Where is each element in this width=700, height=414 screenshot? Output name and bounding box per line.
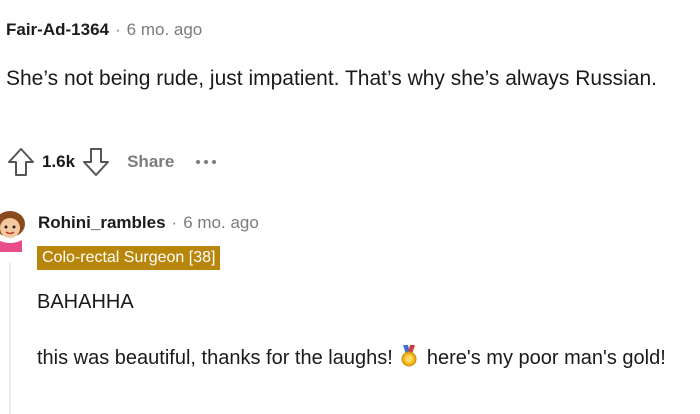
- thread-line[interactable]: [9, 262, 11, 414]
- vote-score: 1.6k: [42, 152, 76, 171]
- gold-medal-icon: [400, 345, 418, 377]
- reply-timestamp[interactable]: 6 mo. ago: [183, 213, 259, 233]
- username-link[interactable]: Fair-Ad-1364: [6, 20, 109, 40]
- avatar[interactable]: [0, 206, 26, 252]
- reply-username-link[interactable]: Rohini_rambles: [38, 213, 166, 233]
- comment-actions: 1.6k Share: [6, 145, 217, 179]
- meta-separator: ·: [114, 20, 121, 39]
- downvote-arrow-icon[interactable]: [81, 146, 111, 178]
- timestamp[interactable]: 6 mo. ago: [127, 20, 203, 40]
- share-button[interactable]: Share: [127, 152, 174, 172]
- reply-meta: Rohini_rambles · 6 mo. ago: [38, 213, 259, 233]
- reply-paragraph-1: BAHAHHA: [37, 291, 134, 313]
- comment-meta: Fair-Ad-1364 · 6 mo. ago: [6, 20, 202, 40]
- reply-paragraph-2: this was beautiful, thanks for the laugh…: [37, 342, 677, 377]
- reply-text-before-medal: this was beautiful, thanks for the laugh…: [37, 347, 393, 369]
- reply-text-after-medal: here's my poor man's gold!: [426, 347, 666, 369]
- upvote-arrow-icon[interactable]: [6, 146, 36, 178]
- meta-separator: ·: [171, 213, 178, 232]
- more-dots-icon[interactable]: [196, 160, 217, 164]
- comment-body: She’s not being rude, just impatient. Th…: [6, 67, 657, 90]
- user-flair: Colo-rectal Surgeon [38]: [37, 246, 221, 270]
